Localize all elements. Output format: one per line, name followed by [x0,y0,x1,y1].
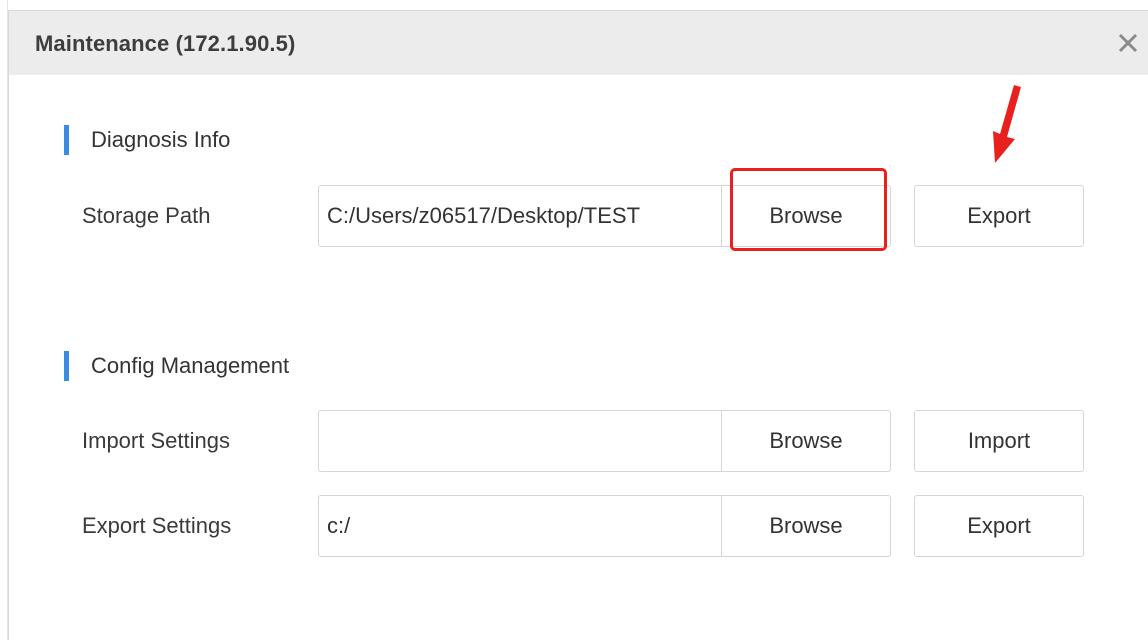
red-arrow-icon [993,85,1021,163]
section-accent-bar [64,125,69,155]
import-settings-label: Import Settings [82,428,230,453]
storage-path-input[interactable] [318,185,722,247]
section-title-config: Config Management [91,353,290,378]
section-config-management: Config Management [64,351,289,381]
export-settings-input[interactable] [318,495,722,557]
dialog-titlebar: Maintenance (172.1.90.5) [9,11,1148,75]
import-settings-input[interactable] [318,410,722,472]
export-settings-label: Export Settings [82,513,232,538]
section-accent-bar [64,351,69,381]
export-browse-button[interactable]: Browse [721,495,891,557]
import-browse-button[interactable]: Browse [721,410,891,472]
background-window-edge [0,0,8,640]
diagnosis-export-button[interactable]: Export [914,185,1084,247]
maintenance-dialog: Maintenance (172.1.90.5) Diagnosis Info … [8,10,1148,640]
export-settings-button[interactable]: Export [914,495,1084,557]
close-icon[interactable] [1112,27,1144,59]
import-button[interactable]: Import [914,410,1084,472]
dialog-title: Maintenance (172.1.90.5) [35,31,296,56]
storage-path-label: Storage Path [82,203,211,228]
storage-browse-button[interactable]: Browse [721,185,891,247]
section-diagnosis-info: Diagnosis Info [64,125,230,155]
section-title-diagnosis: Diagnosis Info [91,127,231,152]
